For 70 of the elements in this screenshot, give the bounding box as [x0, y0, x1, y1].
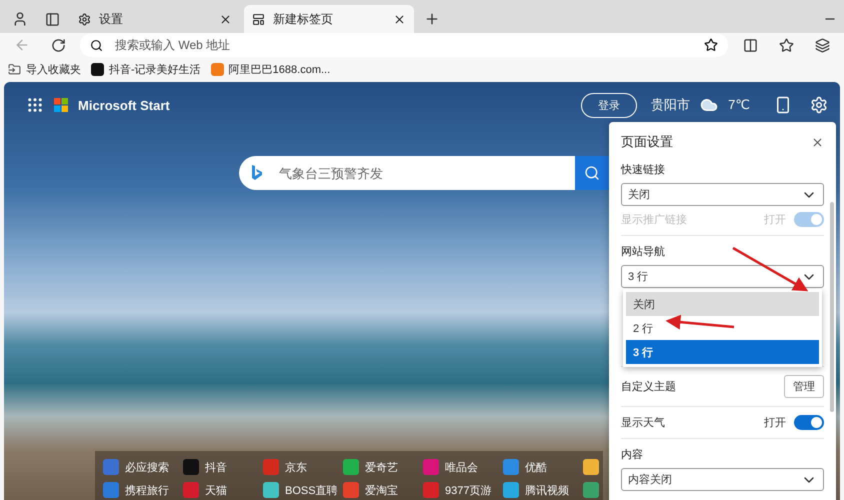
- address-bar[interactable]: 搜索或输入 Web 地址: [80, 33, 728, 57]
- search-icon: [90, 38, 103, 52]
- split-screen-icon: [742, 38, 758, 52]
- favorite-link[interactable]: 导入收藏夹: [8, 62, 81, 77]
- favorite-link[interactable]: 阿里巴巴1688.com...: [210, 62, 330, 77]
- quick-link[interactable]: 京东: [263, 457, 343, 477]
- phone-icon[interactable]: [774, 96, 792, 114]
- tab-label: 设置: [99, 10, 124, 28]
- folder-icon: [8, 63, 21, 76]
- city-name: 贵阳市: [651, 96, 690, 114]
- dropdown-select[interactable]: 内容关闭: [621, 468, 824, 491]
- dropdown-select[interactable]: 关闭: [621, 183, 824, 206]
- toggle-state: 打开: [764, 213, 786, 227]
- close-icon: [811, 136, 824, 148]
- browser-tab[interactable]: 新建标签页: [244, 5, 414, 33]
- settings-icon: [78, 12, 91, 26]
- close-icon[interactable]: [219, 12, 232, 26]
- toggle-label: 显示推广链接: [621, 212, 687, 227]
- person-icon: [12, 11, 28, 27]
- search-icon: [584, 165, 600, 181]
- quick-link[interactable]: BOSS直聘: [263, 480, 343, 500]
- section-title: 自定义主题: [621, 380, 676, 394]
- panel-title: 页面设置: [621, 133, 673, 151]
- close-icon[interactable]: [393, 12, 406, 26]
- quick-link[interactable]: 携程旅行: [103, 480, 183, 500]
- quick-link[interactable]: 爱淘宝: [343, 480, 423, 500]
- site-favicon-icon: [210, 63, 224, 76]
- panel-icon: [44, 12, 60, 26]
- toggle-state: 打开: [764, 416, 786, 430]
- favorite-link[interactable]: 抖音-记录美好生活: [91, 62, 201, 77]
- temperature: 7℃: [728, 97, 750, 113]
- quick-link[interactable]: 天猫: [183, 480, 263, 500]
- section-title: 内容: [621, 448, 644, 462]
- site-favicon-icon: [91, 63, 104, 76]
- quick-link[interactable]: 优酷: [503, 457, 583, 477]
- search-button[interactable]: [575, 156, 609, 190]
- quick-link[interactable]: 9377页游: [423, 480, 503, 500]
- scrollbar[interactable]: [830, 202, 834, 412]
- settings-icon[interactable]: [810, 96, 828, 114]
- dropdown-option[interactable]: 关闭: [626, 292, 819, 316]
- section-title: 网站导航: [621, 244, 666, 259]
- browser-tab[interactable]: 设置: [70, 5, 240, 33]
- plus-icon: [424, 11, 440, 27]
- toggle-switch[interactable]: [794, 415, 824, 430]
- refresh-icon: [50, 38, 66, 52]
- close-button[interactable]: [811, 136, 824, 148]
- brand-name: Microsoft Start: [78, 98, 170, 112]
- address-field[interactable]: 搜索或输入 Web 地址: [113, 37, 694, 53]
- quick-link[interactable]: 腾讯视频: [503, 480, 583, 500]
- search-box[interactable]: 气象台三预警齐发: [239, 156, 609, 190]
- dropdown-select[interactable]: 3 行: [621, 265, 824, 288]
- cloud-icon: [700, 96, 718, 114]
- microsoft-logo-icon: [54, 98, 68, 112]
- tab-label: 新建标签页: [273, 10, 334, 28]
- bing-logo-icon: [251, 165, 263, 181]
- quick-link[interactable]: 必应搜索: [103, 457, 183, 477]
- sign-in-button[interactable]: 登录: [581, 92, 638, 118]
- page-icon: [252, 12, 265, 26]
- section-title: 快速链接: [621, 162, 666, 177]
- annotation-arrow: [666, 314, 734, 330]
- manage-button[interactable]: 管理: [784, 375, 824, 398]
- apps-grid-icon[interactable]: [26, 96, 44, 114]
- favorite-star-icon[interactable]: [704, 38, 718, 52]
- layers-icon: [814, 38, 830, 52]
- toggle-label: 显示天气: [621, 416, 665, 430]
- quick-link[interactable]: 抖音: [183, 457, 263, 477]
- star-icon: [778, 38, 794, 52]
- quick-link[interactable]: 唯品会: [423, 457, 503, 477]
- quick-link[interactable]: 爱奇艺: [343, 457, 423, 477]
- dropdown-option[interactable]: 3 行: [626, 340, 819, 364]
